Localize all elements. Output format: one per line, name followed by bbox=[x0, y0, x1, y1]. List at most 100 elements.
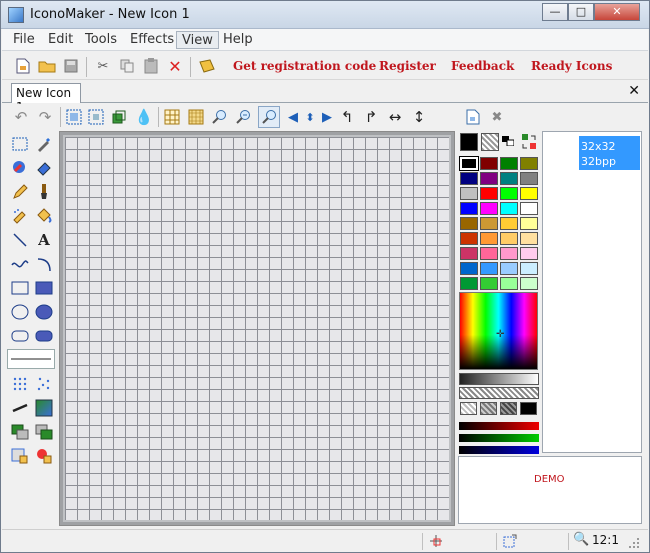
palette-swatch[interactable] bbox=[520, 202, 538, 215]
palette-swatch[interactable] bbox=[500, 217, 518, 230]
register-link[interactable]: Register bbox=[379, 59, 436, 73]
pattern-swatch[interactable] bbox=[520, 402, 537, 415]
new-file-icon[interactable] bbox=[14, 57, 32, 75]
brush-icon[interactable] bbox=[33, 181, 55, 203]
palette-swatch[interactable] bbox=[520, 157, 538, 170]
rounded-rect-filled-icon[interactable] bbox=[33, 325, 55, 347]
palette-swatch[interactable] bbox=[460, 262, 478, 275]
registration-book-icon[interactable] bbox=[198, 57, 216, 75]
flip-vertical-icon[interactable]: ↕ bbox=[410, 108, 428, 126]
palette-swatch[interactable] bbox=[460, 217, 478, 230]
undo-icon[interactable]: ↶ bbox=[12, 108, 30, 126]
dither-pattern-icon[interactable] bbox=[9, 373, 31, 395]
close-document-icon[interactable]: ✕ bbox=[628, 83, 640, 99]
red-channel-slider[interactable] bbox=[459, 422, 539, 430]
palette-swatch[interactable] bbox=[480, 217, 498, 230]
palette-swatch[interactable] bbox=[480, 232, 498, 245]
move-left-icon[interactable]: ◀ bbox=[284, 108, 302, 126]
redo-icon[interactable]: ↷ bbox=[36, 108, 54, 126]
save-icon[interactable] bbox=[62, 57, 80, 75]
crop-icon[interactable] bbox=[87, 108, 105, 126]
ellipse-filled-icon[interactable] bbox=[33, 301, 55, 323]
palette-swatch[interactable] bbox=[520, 172, 538, 185]
copy-icon[interactable] bbox=[118, 57, 136, 75]
layers-icon[interactable] bbox=[110, 108, 128, 126]
scatter-pattern-icon[interactable] bbox=[33, 373, 55, 395]
minimize-button[interactable]: — bbox=[542, 3, 568, 21]
eraser-icon[interactable] bbox=[33, 157, 55, 179]
palette-swatch[interactable] bbox=[500, 187, 518, 200]
palette-swatch[interactable] bbox=[460, 202, 478, 215]
green-channel-slider[interactable] bbox=[459, 434, 539, 442]
zoom-actual-icon[interactable] bbox=[258, 106, 280, 128]
palette-swatch[interactable] bbox=[460, 172, 478, 185]
move-right-icon[interactable]: ▶ bbox=[318, 108, 336, 126]
pattern-swatch[interactable] bbox=[500, 402, 517, 415]
menu-file[interactable]: File bbox=[8, 31, 40, 49]
move-vertical-icon[interactable]: ⬍ bbox=[301, 108, 319, 126]
menu-edit[interactable]: Edit bbox=[43, 31, 78, 49]
new-image-icon[interactable] bbox=[464, 108, 482, 126]
layer-copy-icon[interactable] bbox=[9, 421, 31, 443]
palette-swatch[interactable] bbox=[460, 187, 478, 200]
palette-swatch[interactable] bbox=[480, 202, 498, 215]
line-width-selector[interactable] bbox=[7, 349, 55, 369]
ellipse-outline-icon[interactable] bbox=[9, 301, 31, 323]
delete-icon[interactable]: ✕ bbox=[166, 57, 184, 76]
gradient-fill-icon[interactable] bbox=[33, 397, 55, 419]
palette-swatch[interactable] bbox=[480, 277, 498, 290]
transparency-drop-icon[interactable]: 💧 bbox=[135, 108, 154, 126]
palette-swatch[interactable] bbox=[520, 187, 538, 200]
color-spectrum[interactable]: ✛ bbox=[459, 292, 538, 370]
flip-horizontal-icon[interactable]: ↔ bbox=[386, 108, 404, 126]
palette-swatch[interactable] bbox=[500, 202, 518, 215]
palette-swatch[interactable] bbox=[480, 157, 498, 170]
select-all-icon[interactable] bbox=[65, 108, 83, 126]
ready-icons-link[interactable]: Ready Icons bbox=[531, 59, 612, 73]
feedback-link[interactable]: Feedback bbox=[451, 59, 514, 73]
primary-color-swatch[interactable] bbox=[460, 133, 478, 151]
blue-channel-slider[interactable] bbox=[459, 446, 539, 454]
rectangle-filled-icon[interactable] bbox=[33, 277, 55, 299]
lock-transparency-icon[interactable] bbox=[9, 445, 31, 467]
solid-line-icon[interactable] bbox=[9, 397, 31, 419]
pattern-swatch[interactable] bbox=[480, 402, 497, 415]
brightness-slider[interactable] bbox=[459, 373, 539, 385]
text-tool-icon[interactable]: A bbox=[33, 229, 55, 251]
delete-image-icon[interactable]: ✖ bbox=[488, 108, 506, 126]
get-registration-code-link[interactable]: Get registration code bbox=[233, 59, 376, 73]
secondary-color-swatch[interactable] bbox=[481, 133, 499, 151]
color-replace-icon[interactable] bbox=[9, 157, 31, 179]
palette-swatch[interactable] bbox=[500, 157, 518, 170]
zoom-in-icon[interactable] bbox=[210, 108, 228, 126]
rectangle-outline-icon[interactable] bbox=[9, 277, 31, 299]
tab-new-icon-1[interactable]: New Icon 1 bbox=[11, 83, 81, 114]
palette-swatch[interactable] bbox=[500, 247, 518, 260]
arc-tool-icon[interactable] bbox=[33, 253, 55, 275]
fill-bucket-icon[interactable] bbox=[33, 205, 55, 227]
palette-swatch[interactable] bbox=[459, 156, 479, 171]
palette-swatch[interactable] bbox=[520, 277, 538, 290]
curve-tool-icon[interactable] bbox=[9, 253, 31, 275]
palette-swatch[interactable] bbox=[460, 247, 478, 260]
palette-swatch[interactable] bbox=[500, 262, 518, 275]
line-tool-icon[interactable] bbox=[9, 229, 31, 251]
picker-icon[interactable] bbox=[33, 133, 55, 155]
icon-format-item[interactable]: 32x32 32bpp bbox=[579, 136, 640, 170]
palette-swatch[interactable] bbox=[460, 232, 478, 245]
palette-swatch[interactable] bbox=[500, 172, 518, 185]
layer-merge-icon[interactable] bbox=[33, 421, 55, 443]
close-button[interactable]: ✕ bbox=[594, 3, 640, 21]
palette-swatch[interactable] bbox=[500, 232, 518, 245]
palette-swatch[interactable] bbox=[520, 247, 538, 260]
airbrush-icon[interactable] bbox=[9, 205, 31, 227]
resize-grip-icon[interactable] bbox=[628, 537, 640, 552]
pencil-icon[interactable] bbox=[9, 181, 31, 203]
rect-select-icon[interactable] bbox=[9, 133, 31, 155]
menu-view[interactable]: View bbox=[176, 31, 219, 49]
paste-icon[interactable] bbox=[142, 57, 160, 75]
palette-swatch[interactable] bbox=[500, 277, 518, 290]
swap-colors-icon[interactable] bbox=[502, 135, 515, 147]
palette-swatch[interactable] bbox=[520, 262, 538, 275]
lock-color-icon[interactable] bbox=[33, 445, 55, 467]
